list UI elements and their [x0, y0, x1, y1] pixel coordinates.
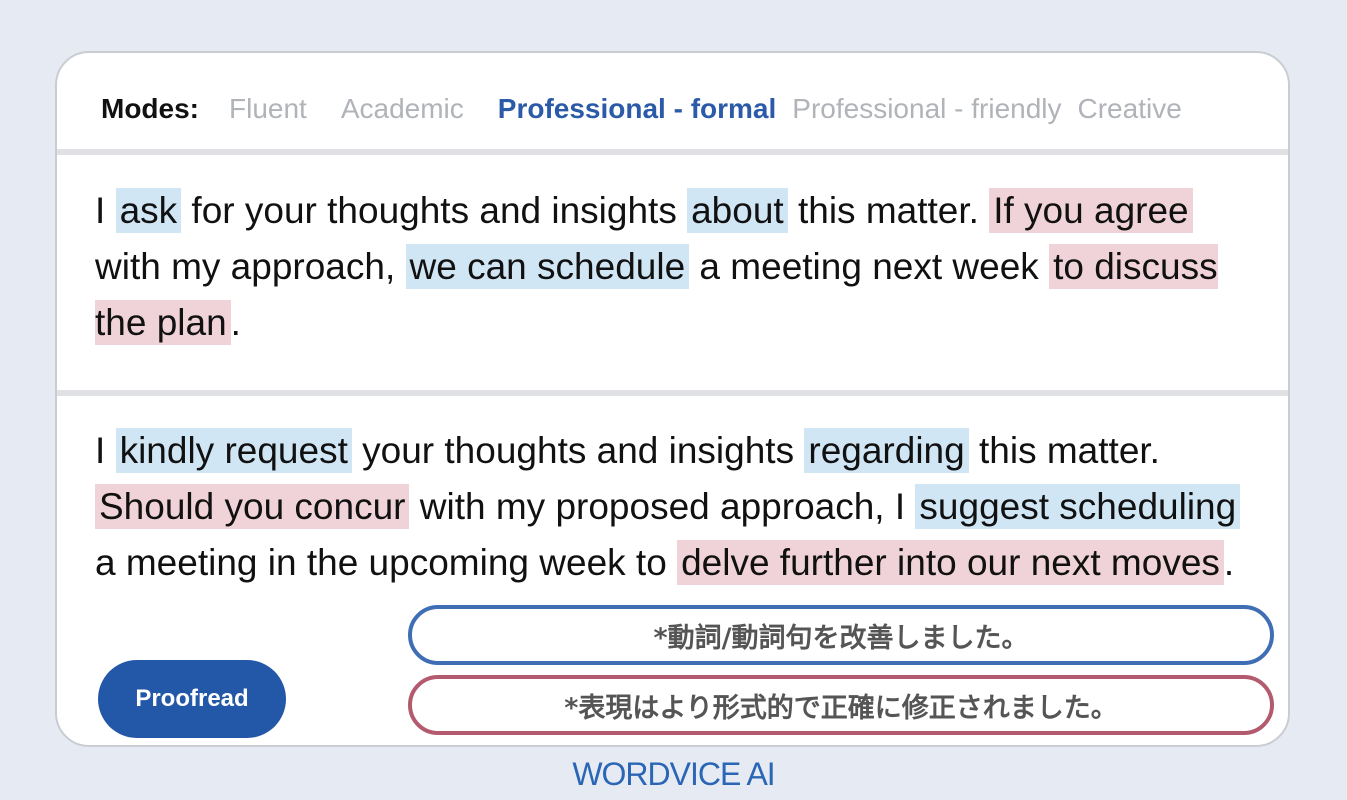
text-segment: for your thoughts and insights — [181, 190, 688, 231]
expression-highlight: If you agree — [989, 188, 1193, 233]
expression-highlight: Should you concur — [95, 484, 410, 529]
text-segment: I — [95, 190, 116, 231]
mode-academic[interactable]: Academic — [341, 93, 464, 125]
verb-highlight: about — [687, 188, 788, 233]
divider — [57, 149, 1288, 155]
verb-highlight: we can schedule — [405, 244, 690, 289]
revised-text: I kindly request your thoughts and insig… — [95, 423, 1255, 591]
text-segment: a meeting next week — [689, 246, 1050, 287]
text-segment: . — [1223, 542, 1235, 583]
mode-selector: Modes: Fluent Academic Professional - fo… — [101, 91, 1216, 127]
divider — [57, 390, 1288, 396]
text-segment: I — [95, 430, 116, 471]
text-segment: your thoughts and insights — [351, 430, 805, 471]
proofread-button[interactable]: Proofread — [98, 660, 286, 738]
mode-professional-friendly[interactable]: Professional - friendly — [792, 93, 1061, 125]
proofreading-card: Modes: Fluent Academic Professional - fo… — [55, 51, 1290, 747]
modes-label: Modes: — [101, 93, 199, 124]
text-segment: . — [230, 302, 241, 343]
text-segment: this matter. — [787, 190, 990, 231]
expression-highlight: delve further into our next moves — [677, 540, 1224, 585]
verb-highlight: suggest scheduling — [915, 484, 1241, 529]
text-segment: with my proposed approach, I — [409, 486, 916, 527]
mode-fluent[interactable]: Fluent — [229, 93, 307, 125]
mode-professional-formal[interactable]: Professional - formal — [498, 93, 777, 125]
note-formal-expression: *表現はより形式的で正確に修正されました。 — [408, 675, 1274, 735]
mode-creative[interactable]: Creative — [1078, 93, 1182, 125]
verb-highlight: ask — [115, 188, 182, 233]
verb-highlight: kindly request — [115, 428, 352, 473]
original-text: I ask for your thoughts and insights abo… — [95, 183, 1255, 351]
text-segment: with my approach, — [95, 246, 406, 287]
note-verb-improvement: *動詞/動詞句を改善しました。 — [408, 605, 1274, 665]
verb-highlight: regarding — [804, 428, 969, 473]
wordvice-logo: WORDVICE AI — [572, 756, 775, 792]
text-segment: this matter. — [968, 430, 1160, 471]
text-segment: a meeting in the upcoming week to — [95, 542, 678, 583]
